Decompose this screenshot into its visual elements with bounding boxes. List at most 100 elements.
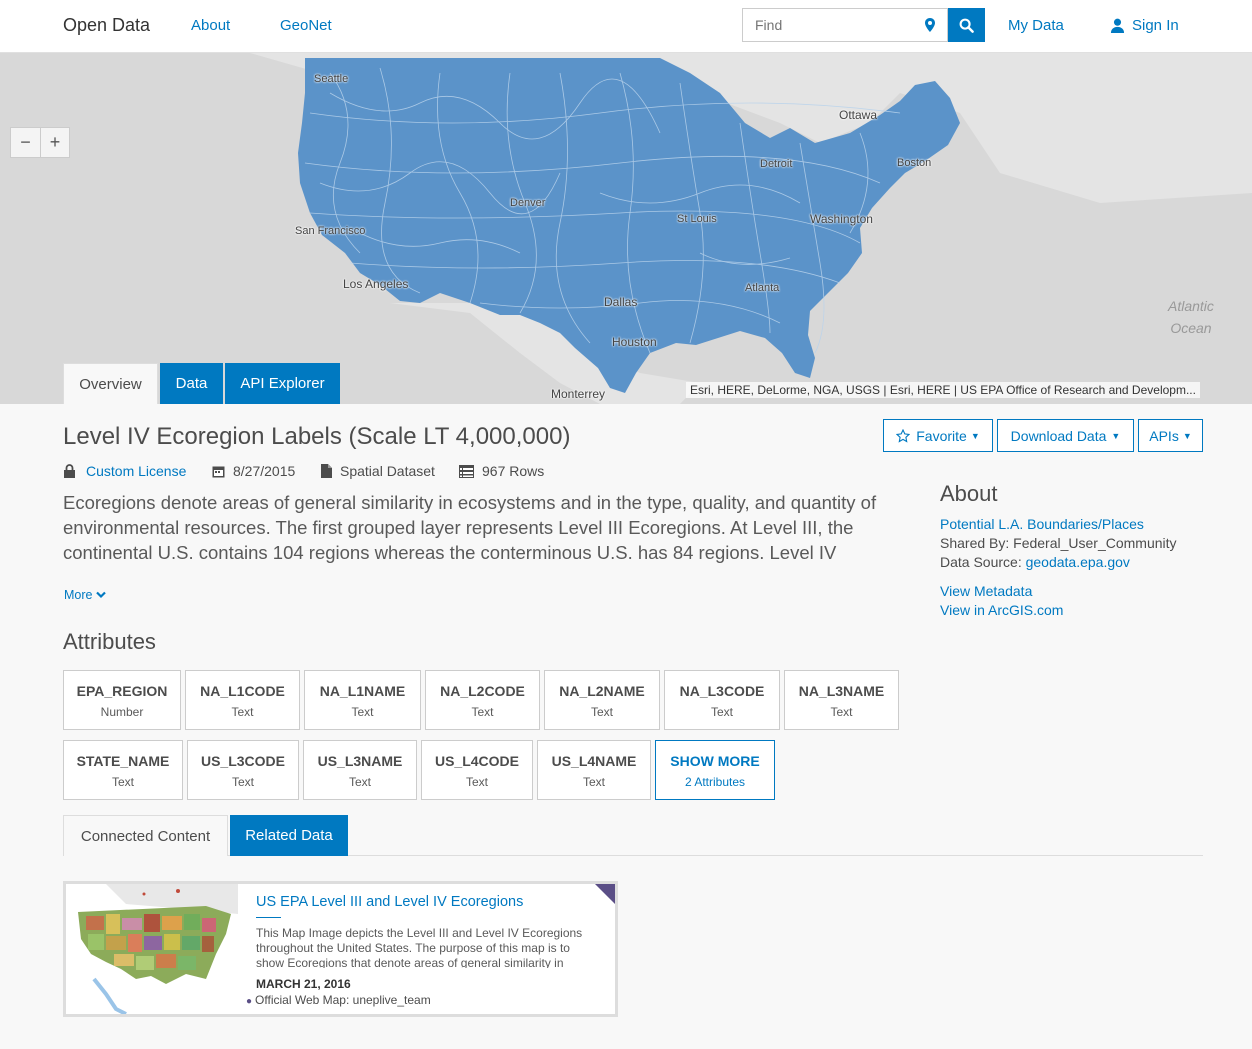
attribute-card[interactable]: NA_L2NAME Text bbox=[544, 670, 660, 730]
date-meta: 8/27/2015 bbox=[212, 463, 295, 479]
attribute-type: Text bbox=[582, 775, 605, 789]
city-label: Boston bbox=[897, 157, 932, 169]
attribute-type: Text bbox=[590, 705, 613, 719]
attribute-card[interactable]: NA_L1CODE Text bbox=[185, 670, 300, 730]
download-data-button[interactable]: Download Data ▼ bbox=[997, 419, 1134, 452]
attribute-name: NA_L1NAME bbox=[319, 683, 406, 699]
page-title: Level IV Ecoregion Labels (Scale LT 4,00… bbox=[63, 423, 571, 450]
city-label: Dallas bbox=[604, 295, 638, 309]
search-button[interactable] bbox=[948, 8, 985, 42]
tab-related-data[interactable]: Related Data bbox=[230, 815, 348, 856]
apis-button[interactable]: APIs ▼ bbox=[1138, 419, 1203, 452]
caret-down-icon: ▼ bbox=[970, 430, 980, 441]
zoom-out-button[interactable]: − bbox=[11, 128, 40, 157]
tab-data[interactable]: Data bbox=[160, 363, 223, 404]
lock-icon bbox=[64, 464, 75, 478]
related-item-card[interactable]: US EPA Level III and Level IV Ecoregions… bbox=[63, 881, 618, 1017]
sign-in-label: Sign In bbox=[1132, 17, 1179, 34]
attribute-card[interactable]: STATE_NAME Text bbox=[63, 740, 183, 800]
type-value: Spatial Dataset bbox=[340, 463, 435, 479]
caret-down-icon: ▼ bbox=[1111, 430, 1121, 441]
city-label: San Francisco bbox=[295, 225, 366, 237]
data-source: Data Source: geodata.epa.gov bbox=[940, 554, 1130, 570]
related-item-type: ● Official Web Map: uneplive_team bbox=[246, 993, 431, 1007]
attribute-name: NA_L2NAME bbox=[559, 683, 645, 699]
ocean-label: Atlantic Ocean bbox=[1168, 295, 1214, 339]
show-more-attributes-button[interactable]: SHOW MORE 2 Attributes bbox=[655, 740, 775, 800]
location-button[interactable] bbox=[913, 8, 948, 42]
map-attribution: Esri, HERE, DeLorme, NGA, USGS | Esri, H… bbox=[686, 382, 1200, 398]
show-more-label: SHOW MORE bbox=[670, 753, 760, 769]
search-box bbox=[742, 8, 914, 42]
license-link[interactable]: Custom License bbox=[86, 463, 186, 479]
attribute-name: US_L4NAME bbox=[551, 753, 637, 769]
attribute-card[interactable]: US_L3CODE Text bbox=[187, 740, 299, 800]
brand-title[interactable]: Open Data bbox=[63, 15, 150, 36]
dataset-description: Ecoregions denote areas of general simil… bbox=[63, 492, 877, 570]
attribute-card[interactable]: NA_L3CODE Text bbox=[664, 670, 780, 730]
more-toggle[interactable]: More bbox=[64, 588, 106, 602]
top-nav: Open Data About GeoNet My Data Sign In bbox=[0, 0, 1252, 53]
attribute-type: Text bbox=[231, 775, 254, 789]
attribute-type: Text bbox=[351, 705, 374, 719]
attribute-card[interactable]: EPA_REGION Number bbox=[63, 670, 181, 730]
caret-down-icon: ▼ bbox=[1182, 430, 1192, 441]
map-thumbnail bbox=[66, 884, 238, 1014]
data-source-link[interactable]: geodata.epa.gov bbox=[1026, 554, 1130, 570]
sign-in-link[interactable]: Sign In bbox=[1110, 17, 1179, 34]
tab-overview[interactable]: Overview bbox=[63, 363, 158, 404]
about-heading: About bbox=[940, 481, 998, 506]
more-label: More bbox=[64, 588, 93, 602]
favorite-button[interactable]: Favorite ▼ bbox=[883, 419, 993, 452]
view-metadata-link[interactable]: View Metadata bbox=[940, 583, 1032, 599]
attribute-card[interactable]: NA_L3NAME Text bbox=[784, 670, 899, 730]
file-icon bbox=[321, 464, 332, 478]
city-label: Denver bbox=[510, 197, 546, 209]
rows-meta: 967 Rows bbox=[459, 463, 544, 479]
attribute-card[interactable]: US_L4NAME Text bbox=[537, 740, 651, 800]
bullet-icon: ● bbox=[246, 996, 253, 1007]
nav-about-link[interactable]: About bbox=[191, 17, 230, 34]
tab-api-explorer[interactable]: API Explorer bbox=[225, 363, 340, 404]
title-underline bbox=[256, 917, 281, 918]
map-view[interactable]: − + Seattle Ottawa Detroit Boston Denver… bbox=[0, 53, 1252, 404]
attribute-type: Text bbox=[710, 705, 733, 719]
table-icon bbox=[459, 464, 474, 478]
rows-value: 967 Rows bbox=[482, 463, 545, 479]
date-value: 8/27/2015 bbox=[233, 463, 296, 479]
attribute-type: Text bbox=[471, 705, 494, 719]
card-corner-flag bbox=[595, 884, 615, 904]
about-boundaries-link[interactable]: Potential L.A. Boundaries/Places bbox=[940, 516, 1144, 532]
related-item-title[interactable]: US EPA Level III and Level IV Ecoregions bbox=[256, 894, 523, 910]
city-label: Detroit bbox=[760, 158, 793, 170]
city-label: Monterrey bbox=[551, 387, 606, 401]
attribute-card[interactable]: NA_L1NAME Text bbox=[304, 670, 421, 730]
show-more-count: 2 Attributes bbox=[684, 775, 746, 789]
zoom-in-button[interactable]: + bbox=[40, 128, 69, 157]
attribute-name: US_L3NAME bbox=[317, 753, 403, 769]
attribute-name: US_L4CODE bbox=[434, 753, 520, 769]
map-pin-icon bbox=[925, 18, 935, 32]
attribute-name: STATE_NAME bbox=[76, 753, 170, 769]
attributes-heading: Attributes bbox=[63, 629, 156, 654]
related-item-description: This Map Image depicts the Level III and… bbox=[256, 926, 583, 968]
attribute-name: NA_L2CODE bbox=[440, 683, 525, 699]
tab-connected-content[interactable]: Connected Content bbox=[63, 815, 228, 856]
license-meta: Custom License bbox=[63, 463, 186, 479]
my-data-link[interactable]: My Data bbox=[1008, 17, 1064, 34]
view-arcgis-link[interactable]: View in ArcGIS.com bbox=[940, 602, 1063, 618]
attribute-name: NA_L3CODE bbox=[679, 683, 765, 699]
attribute-card[interactable]: US_L4CODE Text bbox=[421, 740, 533, 800]
ecoregion-map-thumbnail bbox=[66, 884, 238, 1014]
search-input[interactable] bbox=[743, 9, 913, 41]
attribute-card[interactable]: US_L3NAME Text bbox=[303, 740, 417, 800]
calendar-icon bbox=[212, 466, 225, 477]
nav-geonet-link[interactable]: GeoNet bbox=[280, 17, 332, 34]
type-meta: Spatial Dataset bbox=[321, 463, 435, 479]
attribute-name: US_L3CODE bbox=[200, 753, 286, 769]
download-label: Download Data bbox=[1010, 427, 1107, 444]
ocean-label-line1: Atlantic bbox=[1168, 298, 1214, 314]
attribute-card[interactable]: NA_L2CODE Text bbox=[425, 670, 540, 730]
attribute-type: Text bbox=[348, 775, 371, 789]
star-icon bbox=[896, 428, 911, 443]
